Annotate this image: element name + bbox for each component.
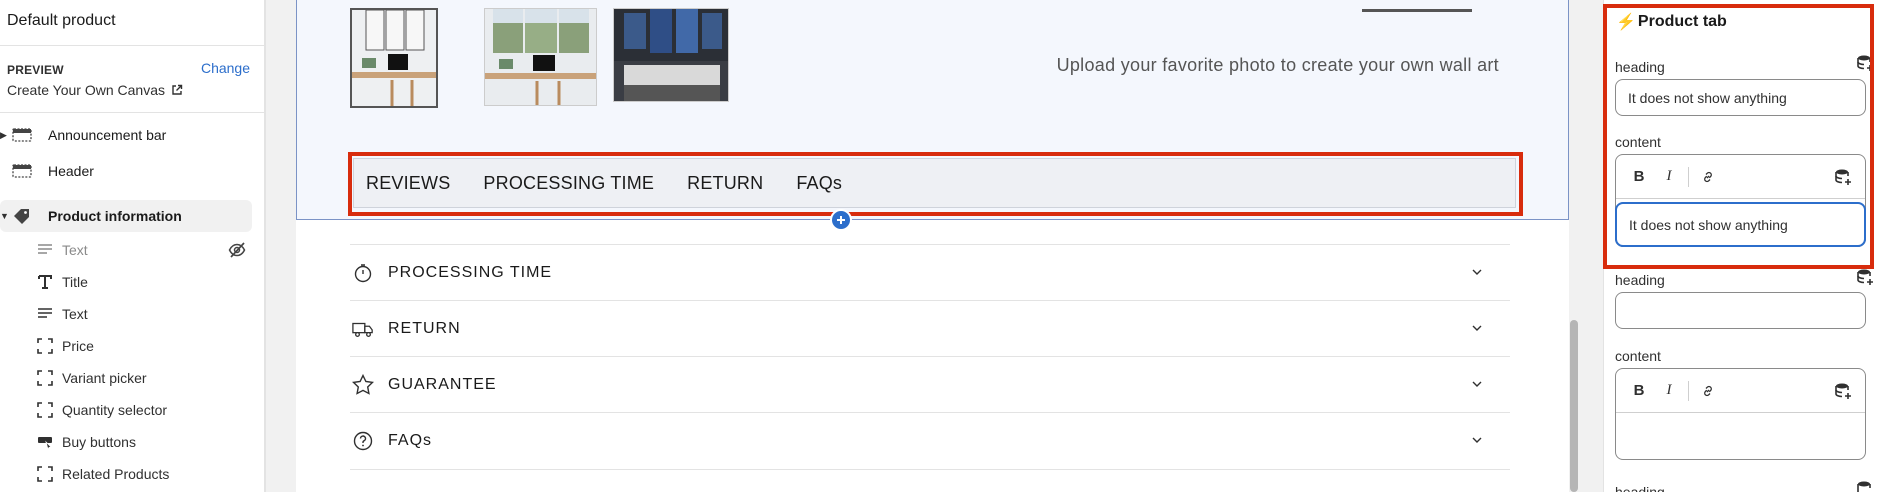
theme-editor-sidebar: Default product PREVIEW Change Create Yo… bbox=[0, 0, 265, 492]
block-label: Text bbox=[62, 306, 88, 322]
accordion-label: FAQs bbox=[388, 431, 433, 449]
chevron-down-icon bbox=[1472, 269, 1482, 275]
text-icon bbox=[36, 305, 54, 323]
section-layout-icon bbox=[12, 164, 32, 178]
chevron-down-icon bbox=[1472, 381, 1482, 387]
section-label: Announcement bar bbox=[48, 127, 167, 143]
plus-icon bbox=[837, 216, 845, 224]
content-label: content bbox=[1615, 348, 1661, 364]
italic-button[interactable]: I bbox=[1658, 380, 1680, 402]
block-item-quantity-selector[interactable]: Quantity selector bbox=[36, 396, 246, 424]
section-label: Header bbox=[48, 163, 94, 179]
toolbar-divider bbox=[1688, 380, 1689, 401]
accordion-label: GUARANTEE bbox=[388, 375, 497, 393]
product-information-section[interactable]: Upload your favorite photo to create you… bbox=[296, 0, 1569, 220]
sidebar-scrollbar[interactable] bbox=[265, 0, 275, 492]
caret-down-icon[interactable]: ▼ bbox=[0, 211, 10, 221]
dashed-square-icon bbox=[36, 369, 54, 387]
block-label: Buy buttons bbox=[62, 434, 136, 450]
block-label: Title bbox=[62, 274, 88, 290]
rte-toolbar: B I bbox=[1616, 369, 1865, 413]
chevron-down-icon bbox=[1472, 437, 1482, 443]
content-text bbox=[1616, 413, 1865, 459]
block-item-related-products[interactable]: Related Products bbox=[36, 460, 246, 488]
title-icon bbox=[36, 273, 54, 291]
truck-icon bbox=[352, 318, 374, 340]
chevron-down-icon bbox=[1472, 325, 1482, 331]
dynamic-source-icon[interactable] bbox=[1855, 268, 1875, 286]
divider bbox=[0, 45, 264, 46]
dashed-square-icon bbox=[36, 337, 54, 355]
block-label: Variant picker bbox=[62, 370, 147, 386]
question-icon bbox=[352, 430, 374, 452]
block-label: Price bbox=[62, 338, 94, 354]
block-item-price[interactable]: Price bbox=[36, 332, 246, 360]
section-layout-icon bbox=[12, 128, 32, 142]
divider bbox=[350, 469, 1510, 470]
dynamic-source-icon[interactable] bbox=[1855, 480, 1875, 492]
preview-product-name: Create Your Own Canvas bbox=[7, 82, 165, 98]
section-header[interactable]: ▶ Header bbox=[0, 155, 252, 187]
star-icon bbox=[352, 373, 374, 396]
template-title[interactable]: Default product bbox=[7, 12, 116, 30]
block-item-buy-buttons[interactable]: Buy buttons bbox=[36, 428, 246, 456]
block-item-title[interactable]: Title bbox=[36, 268, 246, 296]
external-link-icon[interactable] bbox=[171, 84, 183, 96]
section-label: Product information bbox=[48, 208, 182, 224]
stopwatch-icon bbox=[352, 262, 374, 284]
divider bbox=[0, 112, 264, 113]
accordion-label: RETURN bbox=[388, 319, 461, 337]
tabs-highlight-box bbox=[348, 152, 1523, 216]
block-item-text[interactable]: Text bbox=[36, 300, 246, 328]
section-announcement-bar[interactable]: ▶ Announcement bar bbox=[0, 119, 252, 151]
product-description: Upload your favorite photo to create you… bbox=[1056, 55, 1499, 75]
bold-button[interactable]: B bbox=[1628, 380, 1650, 402]
storefront-page: Upload your favorite photo to create you… bbox=[296, 0, 1569, 492]
content-rich-text-editor[interactable]: B I bbox=[1615, 368, 1866, 460]
accordion-guarantee[interactable]: GUARANTEE bbox=[350, 356, 1510, 412]
block-label: Text bbox=[62, 242, 88, 258]
buy-buttons-icon bbox=[36, 433, 54, 451]
tag-icon bbox=[14, 209, 29, 224]
preview-product[interactable]: Create Your Own Canvas bbox=[7, 82, 183, 98]
dynamic-source-icon[interactable] bbox=[1833, 382, 1853, 400]
add-section-button[interactable] bbox=[830, 209, 852, 231]
caret-right-icon[interactable]: ▶ bbox=[0, 130, 10, 141]
accordion-label: PROCESSING TIME bbox=[388, 263, 553, 281]
eye-slash-icon[interactable] bbox=[228, 241, 246, 259]
block-item-text-hidden[interactable]: Text bbox=[36, 236, 246, 264]
accordion-return[interactable]: RETURN bbox=[350, 300, 1510, 356]
dashed-square-icon bbox=[36, 401, 54, 419]
heading-label: heading bbox=[1615, 484, 1665, 492]
product-image-frame bbox=[1362, 0, 1472, 12]
canvas-scrollbar-thumb[interactable] bbox=[1570, 320, 1578, 492]
section-product-information[interactable]: ▼ Product information bbox=[0, 200, 252, 232]
block-label: Quantity selector bbox=[62, 402, 168, 418]
accordion-processing-time[interactable]: PROCESSING TIME bbox=[350, 244, 1510, 300]
panel-highlight-box bbox=[1603, 4, 1874, 269]
heading-input[interactable] bbox=[1615, 292, 1866, 329]
change-preview-link[interactable]: Change bbox=[201, 60, 250, 76]
heading-label: heading bbox=[1615, 272, 1665, 288]
preview-label: PREVIEW bbox=[7, 63, 64, 77]
block-item-variant-picker[interactable]: Variant picker bbox=[36, 364, 246, 392]
block-label: Related Products bbox=[62, 466, 170, 482]
text-icon bbox=[36, 241, 54, 259]
dashed-square-icon bbox=[36, 465, 54, 483]
preview-canvas: Upload your favorite photo to create you… bbox=[276, 0, 1603, 492]
accordion-faqs[interactable]: FAQs bbox=[350, 412, 1510, 468]
link-icon[interactable] bbox=[1697, 380, 1719, 402]
